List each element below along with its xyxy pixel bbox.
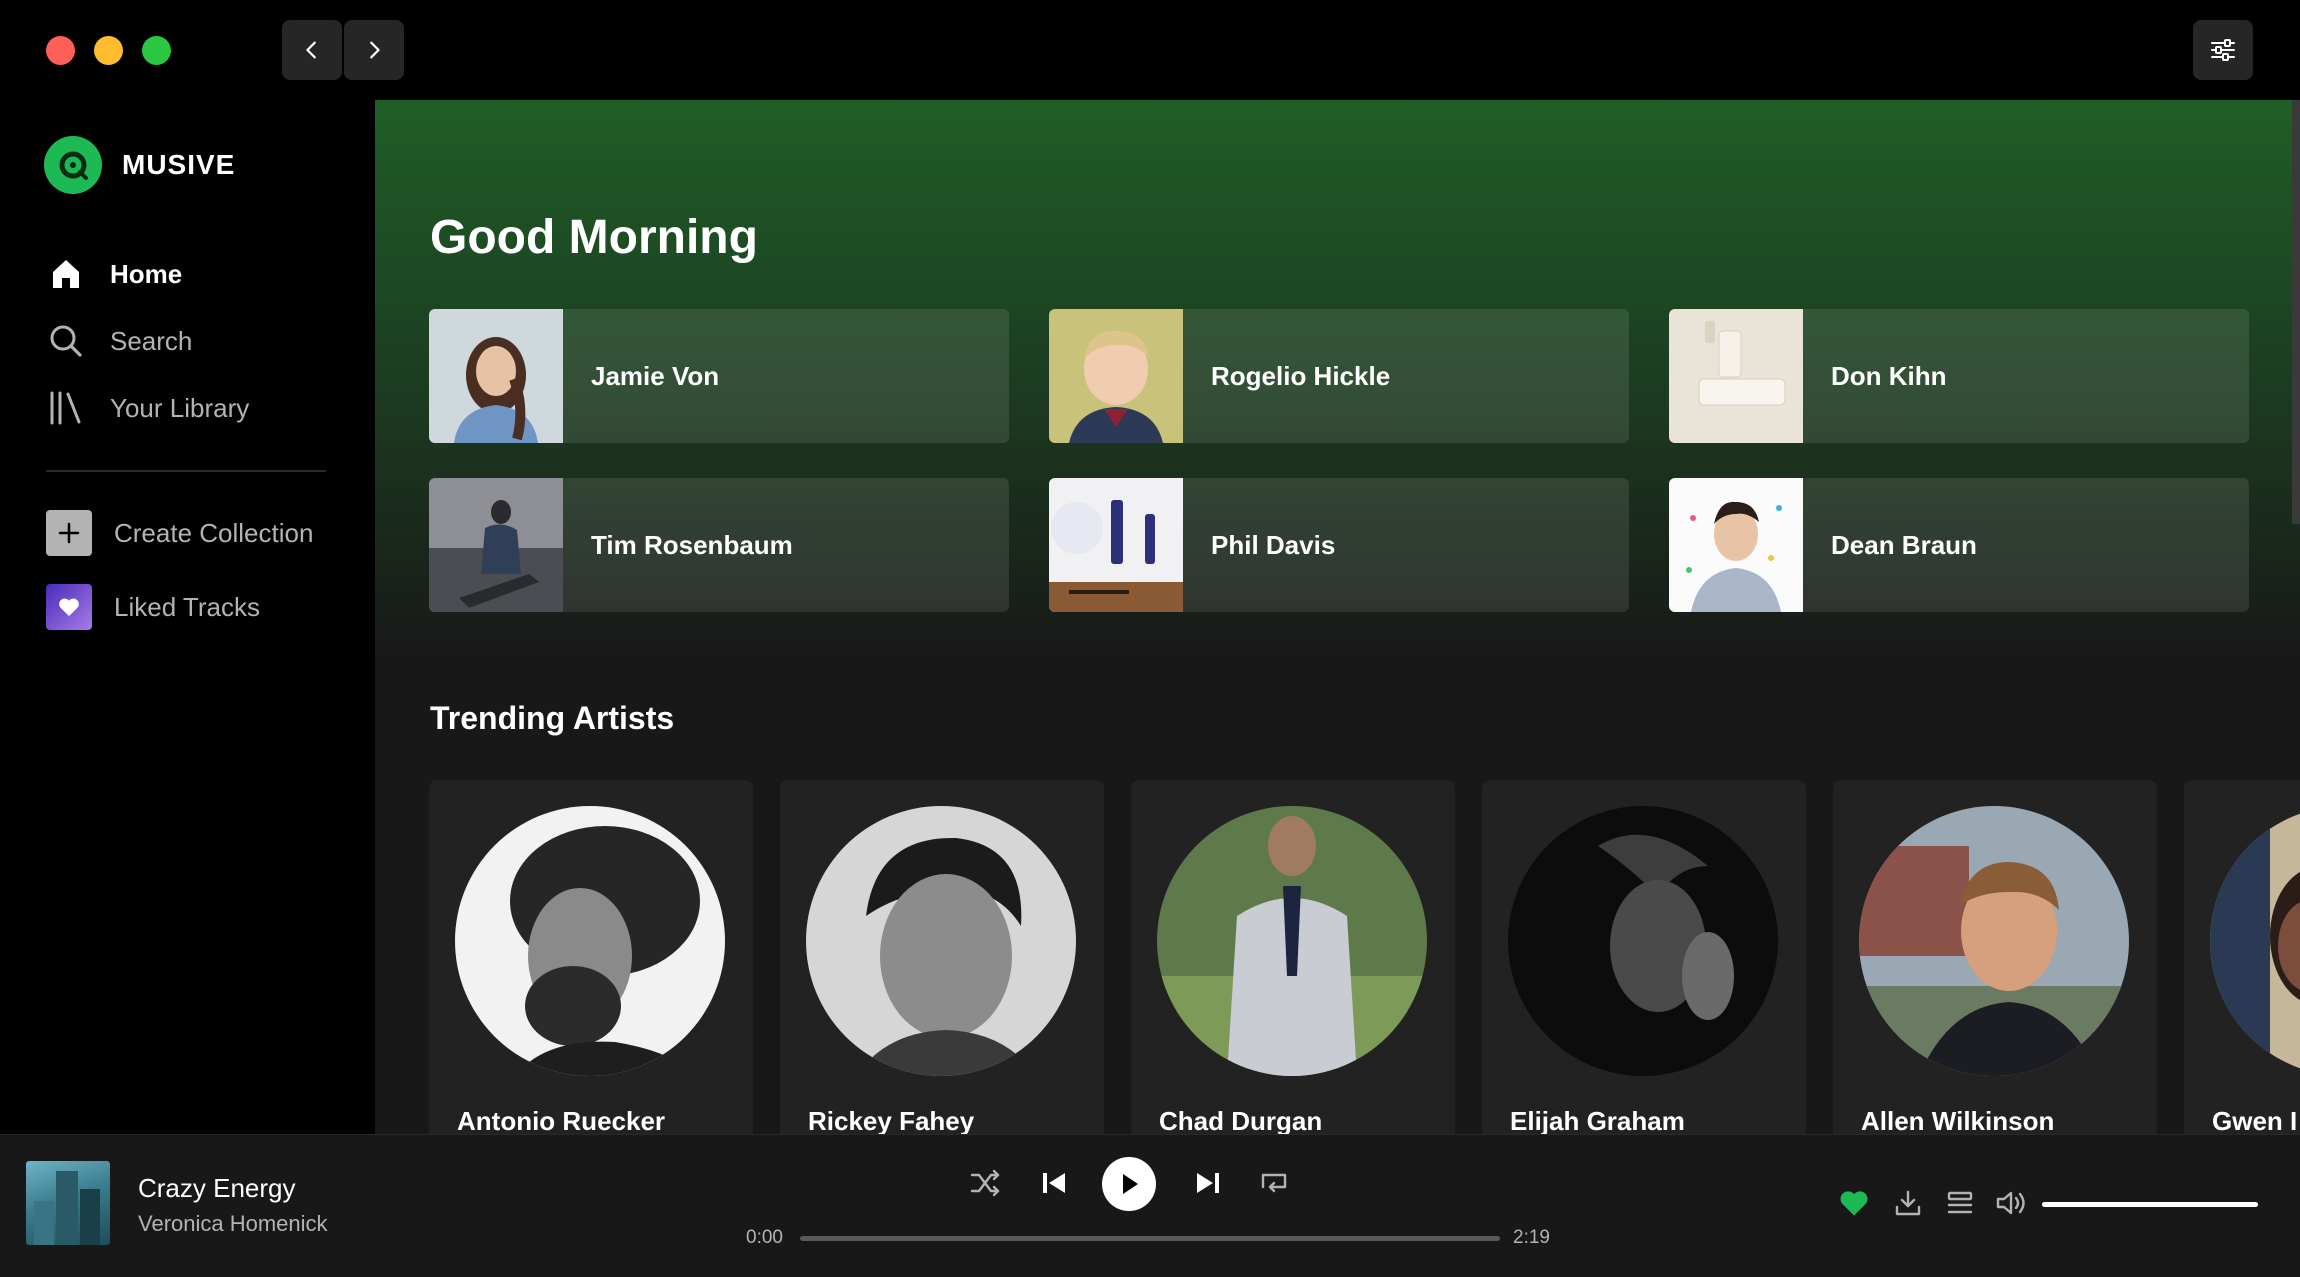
artist-avatar bbox=[455, 806, 725, 1076]
quick-pick-card[interactable]: Don Kihn bbox=[1669, 309, 2249, 443]
artist-name: Elijah Graham bbox=[1510, 1106, 1685, 1134]
scrollbar-thumb[interactable] bbox=[2292, 100, 2300, 524]
repeat-button[interactable] bbox=[1256, 1165, 1292, 1201]
now-playing-title[interactable]: Crazy Energy bbox=[138, 1173, 296, 1204]
quick-pick-name: Dean Braun bbox=[1831, 529, 1977, 560]
download-button[interactable] bbox=[1890, 1185, 1926, 1221]
logo-disc-icon bbox=[44, 136, 102, 194]
forward-button[interactable] bbox=[344, 20, 404, 80]
chevron-right-icon bbox=[370, 41, 380, 59]
back-button[interactable] bbox=[282, 20, 342, 80]
volume-slider[interactable] bbox=[2042, 1202, 2258, 1207]
artist-avatar bbox=[1157, 806, 1427, 1076]
title-bar bbox=[0, 0, 2300, 100]
play-button[interactable] bbox=[1102, 1157, 1156, 1211]
product-image bbox=[1669, 309, 1803, 443]
artist-name: Rickey Fahey bbox=[808, 1106, 975, 1134]
artist-card[interactable]: Gwen I bbox=[2184, 780, 2300, 1134]
artist-avatar bbox=[806, 806, 1076, 1076]
quick-pick-card[interactable]: Dean Braun bbox=[1669, 478, 2249, 612]
repeat-icon bbox=[1261, 1173, 1287, 1193]
queue-button[interactable] bbox=[1942, 1185, 1978, 1221]
search-icon bbox=[46, 321, 86, 361]
sidebar-item-label: Your Library bbox=[110, 392, 250, 423]
time-total: 2:19 bbox=[1513, 1227, 1550, 1248]
sidebar-divider bbox=[46, 470, 326, 472]
product-image bbox=[1049, 478, 1183, 612]
volume-button[interactable] bbox=[1994, 1185, 2030, 1221]
now-playing-artist[interactable]: Veronica Homenick bbox=[138, 1211, 328, 1237]
artist-name: Allen Wilkinson bbox=[1861, 1106, 2055, 1134]
artist-name: Gwen I bbox=[2212, 1106, 2298, 1134]
window-zoom-button[interactable] bbox=[142, 36, 171, 65]
next-button[interactable] bbox=[1190, 1165, 1226, 1201]
sliders-icon bbox=[2211, 39, 2235, 61]
shuffle-icon bbox=[970, 1169, 1000, 1197]
volume-icon bbox=[1996, 1191, 2025, 1215]
skip-forward-icon bbox=[1197, 1173, 1219, 1193]
artist-card[interactable]: Rickey Fahey bbox=[780, 780, 1104, 1134]
main-content: Good Morning Jamie Von Rogelio Hickle Do… bbox=[375, 100, 2300, 1134]
sidebar-item-search[interactable]: Search bbox=[46, 321, 192, 361]
portrait-image bbox=[1669, 478, 1803, 612]
volume-fill bbox=[2042, 1202, 2258, 1207]
quick-pick-card[interactable]: Tim Rosenbaum bbox=[429, 478, 1009, 612]
chevron-left-icon bbox=[306, 41, 316, 59]
sidebar: MUSIVE Home Search Your Library Create C… bbox=[0, 100, 375, 1134]
sidebar-item-library[interactable]: Your Library bbox=[46, 388, 249, 428]
quick-pick-name: Rogelio Hickle bbox=[1211, 360, 1391, 391]
portrait-image bbox=[1049, 309, 1183, 443]
create-collection-button[interactable]: Create Collection bbox=[46, 510, 313, 556]
portrait-image bbox=[429, 309, 563, 443]
portrait-image bbox=[429, 478, 563, 612]
artist-card[interactable]: Chad Durgan bbox=[1131, 780, 1455, 1134]
like-button[interactable] bbox=[1836, 1185, 1872, 1221]
artist-card[interactable]: Elijah Graham bbox=[1482, 780, 1806, 1134]
artist-card[interactable]: Allen Wilkinson bbox=[1833, 780, 2157, 1134]
heart-filled-icon bbox=[1840, 1191, 1868, 1216]
page-title: Good Morning bbox=[430, 211, 758, 264]
plus-icon bbox=[46, 510, 92, 556]
app-name: MUSIVE bbox=[122, 149, 236, 180]
artist-avatar bbox=[1508, 806, 1778, 1076]
previous-button[interactable] bbox=[1036, 1165, 1072, 1201]
sidebar-item-label: Search bbox=[110, 325, 193, 356]
home-icon bbox=[46, 254, 86, 294]
heart-icon bbox=[46, 584, 92, 630]
artist-avatar bbox=[2210, 806, 2300, 1076]
quick-pick-card[interactable]: Phil Davis bbox=[1049, 478, 1629, 612]
section-title-trending: Trending Artists bbox=[430, 700, 675, 736]
progress-bar[interactable] bbox=[800, 1236, 1500, 1241]
quick-pick-name: Tim Rosenbaum bbox=[591, 529, 793, 560]
liked-tracks-button[interactable]: Liked Tracks bbox=[46, 584, 260, 630]
sidebar-item-home[interactable]: Home bbox=[46, 254, 182, 294]
window-close-button[interactable] bbox=[46, 36, 75, 65]
player-bar: Crazy Energy Veronica Homenick 0:00 2:19 bbox=[0, 1134, 2300, 1277]
time-elapsed: 0:00 bbox=[746, 1227, 783, 1248]
artist-avatar bbox=[1859, 806, 2129, 1076]
window-minimize-button[interactable] bbox=[94, 36, 123, 65]
quick-pick-card[interactable]: Rogelio Hickle bbox=[1049, 309, 1629, 443]
artist-name: Antonio Ruecker bbox=[457, 1106, 666, 1134]
quick-pick-name: Phil Davis bbox=[1211, 529, 1336, 560]
shuffle-button[interactable] bbox=[968, 1165, 1004, 1201]
settings-button[interactable] bbox=[2193, 20, 2253, 80]
queue-icon bbox=[1947, 1191, 1973, 1214]
app-logo[interactable]: MUSIVE bbox=[44, 136, 235, 194]
quick-pick-name: Jamie Von bbox=[591, 360, 720, 391]
artist-card[interactable]: Antonio Ruecker bbox=[429, 780, 753, 1134]
quick-pick-card[interactable]: Jamie Von bbox=[429, 309, 1009, 443]
artist-name: Chad Durgan bbox=[1159, 1106, 1323, 1134]
now-playing-cover[interactable] bbox=[26, 1161, 110, 1245]
sidebar-item-label: Home bbox=[110, 258, 183, 289]
create-collection-label: Create Collection bbox=[114, 517, 314, 548]
liked-tracks-label: Liked Tracks bbox=[114, 591, 260, 622]
quick-pick-name: Don Kihn bbox=[1831, 360, 1947, 391]
download-icon bbox=[1895, 1190, 1921, 1216]
skip-back-icon bbox=[1043, 1173, 1065, 1193]
play-icon bbox=[1123, 1174, 1138, 1194]
library-icon bbox=[46, 388, 86, 428]
